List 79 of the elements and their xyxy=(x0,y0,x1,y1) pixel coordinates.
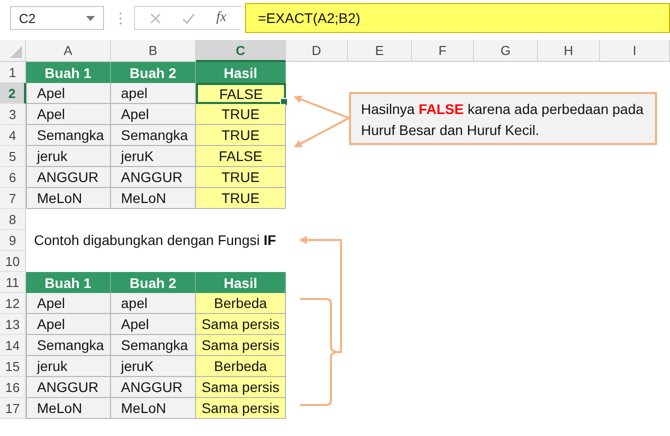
table-cell: Semangka xyxy=(26,125,111,146)
column-header[interactable]: B xyxy=(111,40,196,62)
table-cell: MeLoN xyxy=(111,398,196,419)
column-heading: Hasil xyxy=(196,62,286,83)
table-cell: jeruk xyxy=(26,356,111,377)
vertical-dots-icon xyxy=(119,12,122,24)
column-heading: Buah 1 xyxy=(26,272,111,293)
cancel-icon[interactable] xyxy=(150,12,161,24)
result-cell[interactable]: FALSE xyxy=(196,83,286,104)
column-header[interactable]: H xyxy=(538,40,600,62)
table-cell: MeLoN xyxy=(26,188,111,209)
insert-function-button[interactable]: fx xyxy=(216,10,226,26)
row-header[interactable]: 10 xyxy=(0,251,26,272)
table-cell: Semangka xyxy=(26,335,111,356)
column-header[interactable]: C xyxy=(196,40,286,62)
result-cell[interactable]: Sama persis xyxy=(196,314,286,335)
table-cell: Apel xyxy=(26,104,111,125)
row-header[interactable]: 17 xyxy=(0,398,26,419)
table-cell: ANGGUR xyxy=(26,167,111,188)
callout-note: Hasilnya FALSE karena ada perbedaan pada Huruf Besar dan Huruf Kecil. xyxy=(349,92,657,145)
row-header[interactable]: 3 xyxy=(0,104,26,125)
table-cell: jeruK xyxy=(111,356,196,377)
row-header[interactable]: 8 xyxy=(0,209,26,230)
column-heading: Hasil xyxy=(196,272,286,293)
table-cell: Apel xyxy=(111,314,196,335)
callout-arrows xyxy=(293,96,350,148)
check-icon[interactable] xyxy=(182,12,195,24)
table-cell: jeruK xyxy=(111,146,196,167)
table-cell: Apel xyxy=(111,104,196,125)
column-heading: Buah 2 xyxy=(111,62,196,83)
row-header[interactable]: 4 xyxy=(0,125,26,146)
row-header[interactable]: 16 xyxy=(0,377,26,398)
row-header[interactable]: 7 xyxy=(0,188,26,209)
result-cell[interactable]: Berbeda xyxy=(196,356,286,377)
table-cell: ANGGUR xyxy=(111,377,196,398)
row-header[interactable]: 2 xyxy=(0,83,26,104)
row-header[interactable]: 9 xyxy=(0,230,26,251)
result-cell[interactable]: TRUE xyxy=(196,167,286,188)
table-cell: ANGGUR xyxy=(111,167,196,188)
row-header[interactable]: 13 xyxy=(0,314,26,335)
select-all-icon[interactable] xyxy=(10,46,22,58)
table-cell: MeLoN xyxy=(111,188,196,209)
column-header[interactable]: A xyxy=(26,40,111,62)
table-cell: jeruk xyxy=(26,146,111,167)
column-header[interactable]: G xyxy=(474,40,538,62)
result-cell[interactable]: TRUE xyxy=(196,188,286,209)
column-header[interactable]: F xyxy=(412,40,474,62)
row-header[interactable]: 6 xyxy=(0,167,26,188)
row-header[interactable]: 15 xyxy=(0,356,26,377)
column-header[interactable]: D xyxy=(286,40,348,62)
table-cell: Semangka xyxy=(111,335,196,356)
column-header[interactable]: I xyxy=(600,40,670,62)
table-cell: Apel xyxy=(26,83,111,104)
row-header[interactable]: 5 xyxy=(0,146,26,167)
note-text: Contoh digabungkan dengan Fungsi IF xyxy=(33,231,278,250)
column-heading: Buah 2 xyxy=(111,272,196,293)
table-cell: ANGGUR xyxy=(26,377,111,398)
result-cell[interactable]: FALSE xyxy=(196,146,286,167)
table-cell: Apel xyxy=(26,293,111,314)
row-header[interactable]: 12 xyxy=(0,293,26,314)
table-cell: MeLoN xyxy=(26,398,111,419)
name-box[interactable]: C2 xyxy=(10,6,104,30)
formula-field[interactable]: =EXACT(A2;B2) xyxy=(245,3,670,33)
result-cell[interactable]: TRUE xyxy=(196,125,286,146)
table-cell: apel xyxy=(111,293,196,314)
table-cell: Semangka xyxy=(111,125,196,146)
column-heading: Buah 1 xyxy=(26,62,111,83)
result-cell[interactable]: TRUE xyxy=(196,104,286,125)
table-cell: apel xyxy=(111,83,196,104)
column-header[interactable]: E xyxy=(348,40,412,62)
caret-icon[interactable] xyxy=(86,16,95,20)
row-header[interactable]: 14 xyxy=(0,335,26,356)
result-cell[interactable]: Sama persis xyxy=(196,335,286,356)
table-cell: Apel xyxy=(26,314,111,335)
row-header[interactable]: 11 xyxy=(0,272,26,293)
row-header[interactable]: 1 xyxy=(0,62,26,83)
result-cell[interactable]: Sama persis xyxy=(196,398,286,419)
result-cell[interactable]: Sama persis xyxy=(196,377,286,398)
result-cell[interactable]: Berbeda xyxy=(196,293,286,314)
